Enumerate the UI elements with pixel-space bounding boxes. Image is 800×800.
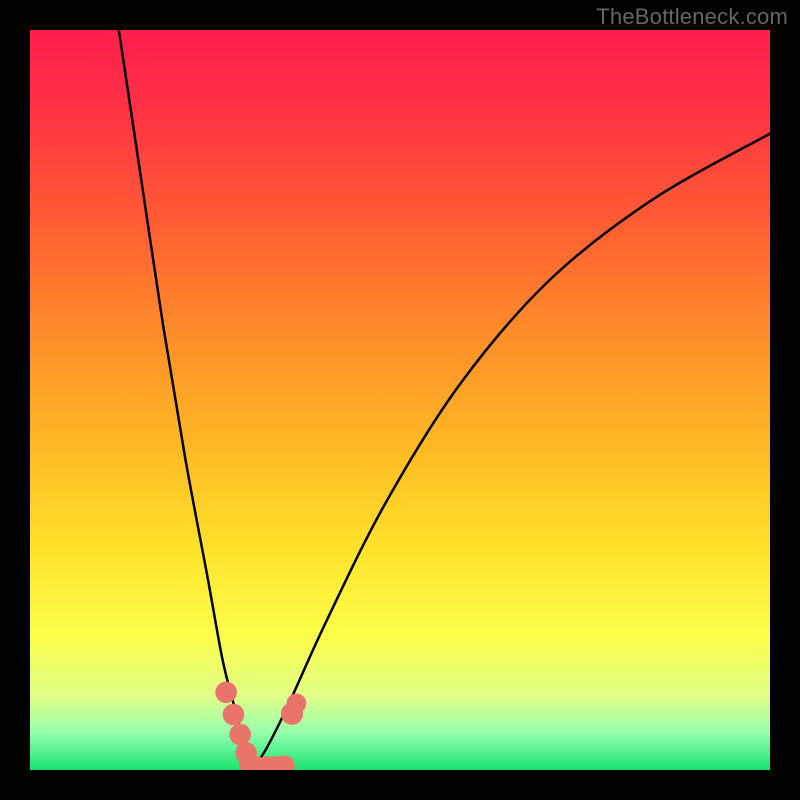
gradient-background [30, 30, 770, 770]
data-marker [229, 724, 251, 746]
watermark-text: TheBottleneck.com [596, 4, 788, 30]
data-marker [223, 704, 245, 726]
data-marker [287, 694, 307, 714]
bottleneck-chart [0, 0, 800, 800]
data-marker [274, 755, 294, 775]
chart-stage: TheBottleneck.com [0, 0, 800, 800]
data-marker [215, 682, 237, 704]
